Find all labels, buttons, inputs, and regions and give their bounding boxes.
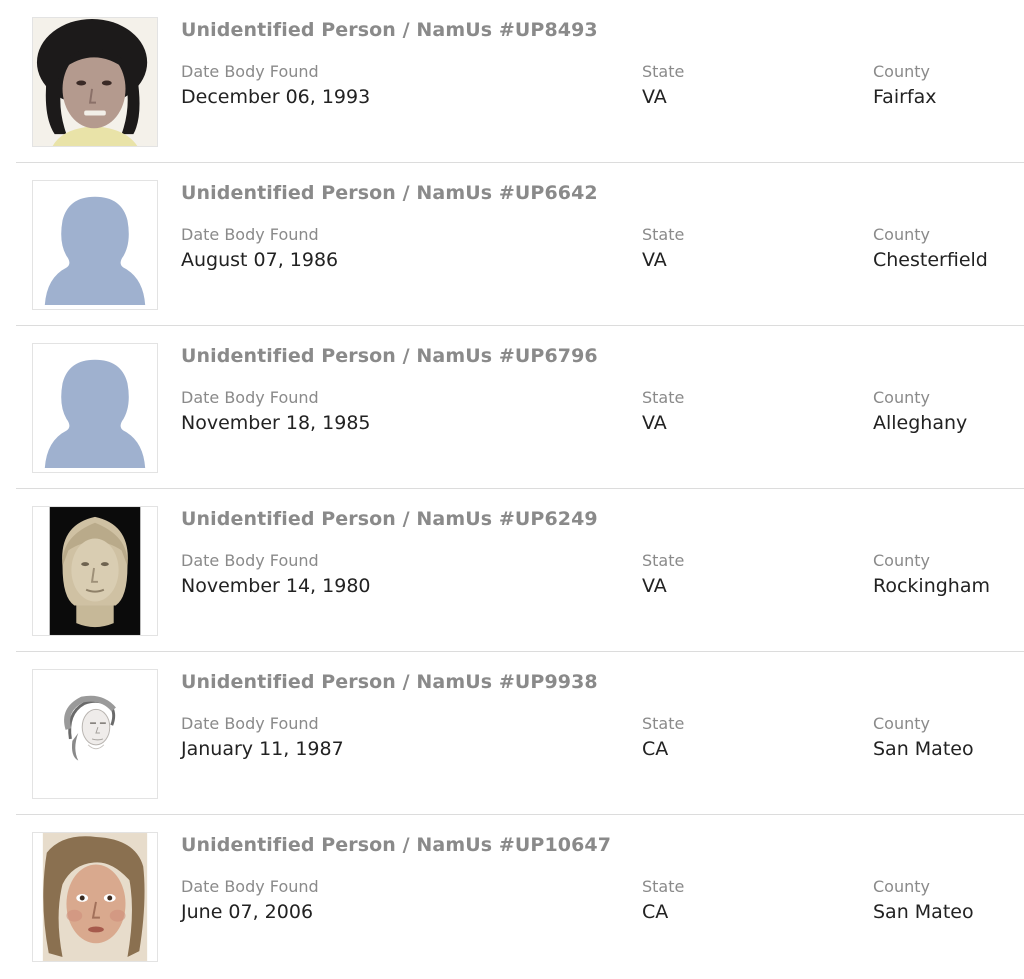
- person-silhouette-icon: [33, 181, 157, 309]
- state-label: State: [642, 877, 685, 896]
- county-label: County: [873, 62, 930, 81]
- case-photo[interactable]: [32, 669, 158, 799]
- case-photo[interactable]: [32, 17, 158, 147]
- county-label: County: [873, 225, 930, 244]
- date-found-value: December 06, 1993: [181, 86, 371, 108]
- case-title[interactable]: Unidentified Person / NamUs #UP6642: [181, 182, 598, 204]
- case-list-item[interactable]: Unidentified Person / NamUs #UP6796 Date…: [16, 326, 1024, 489]
- state-value: CA: [642, 901, 669, 923]
- case-list-item[interactable]: Unidentified Person / NamUs #UP10647 Dat…: [16, 815, 1024, 978]
- case-title[interactable]: Unidentified Person / NamUs #UP9938: [181, 671, 598, 693]
- painted-portrait-icon: [33, 833, 157, 961]
- date-found-value: January 11, 1987: [181, 738, 344, 760]
- case-photo[interactable]: [32, 832, 158, 962]
- county-value: Alleghany: [873, 412, 968, 434]
- pencil-sketch-icon: [33, 670, 157, 798]
- case-title[interactable]: Unidentified Person / NamUs #UP10647: [181, 834, 611, 856]
- county-label: County: [873, 714, 930, 733]
- clay-bust-photo-icon: [33, 507, 157, 635]
- date-found-value: June 07, 2006: [181, 901, 314, 923]
- date-found-value: November 18, 1985: [181, 412, 371, 434]
- case-list-item[interactable]: Unidentified Person / NamUs #UP9938 Date…: [16, 652, 1024, 815]
- county-value: San Mateo: [873, 901, 974, 923]
- state-value: VA: [642, 86, 667, 108]
- county-label: County: [873, 877, 930, 896]
- county-label: County: [873, 551, 930, 570]
- date-found-label: Date Body Found: [181, 225, 319, 244]
- case-title[interactable]: Unidentified Person / NamUs #UP6796: [181, 345, 598, 367]
- case-title[interactable]: Unidentified Person / NamUs #UP6249: [181, 508, 598, 530]
- date-found-label: Date Body Found: [181, 62, 319, 81]
- state-label: State: [642, 714, 685, 733]
- date-found-label: Date Body Found: [181, 551, 319, 570]
- date-found-label: Date Body Found: [181, 388, 319, 407]
- case-results-list: Unidentified Person / NamUs #UP8493 Date…: [0, 0, 1024, 978]
- state-label: State: [642, 62, 685, 81]
- county-value: Fairfax: [873, 86, 937, 108]
- case-list-item[interactable]: Unidentified Person / NamUs #UP8493 Date…: [16, 0, 1024, 163]
- county-label: County: [873, 388, 930, 407]
- county-value: San Mateo: [873, 738, 974, 760]
- case-title[interactable]: Unidentified Person / NamUs #UP8493: [181, 19, 598, 41]
- state-label: State: [642, 225, 685, 244]
- case-photo[interactable]: [32, 506, 158, 636]
- state-label: State: [642, 551, 685, 570]
- state-value: VA: [642, 575, 667, 597]
- date-found-label: Date Body Found: [181, 714, 319, 733]
- county-value: Chesterfield: [873, 249, 988, 271]
- state-value: VA: [642, 412, 667, 434]
- case-photo[interactable]: [32, 180, 158, 310]
- person-silhouette-icon: [33, 344, 157, 472]
- case-photo[interactable]: [32, 343, 158, 473]
- reconstruction-photo-icon: [33, 18, 157, 146]
- date-found-label: Date Body Found: [181, 877, 319, 896]
- date-found-value: November 14, 1980: [181, 575, 371, 597]
- state-label: State: [642, 388, 685, 407]
- date-found-value: August 07, 1986: [181, 249, 339, 271]
- county-value: Rockingham: [873, 575, 990, 597]
- state-value: CA: [642, 738, 669, 760]
- case-list-item[interactable]: Unidentified Person / NamUs #UP6642 Date…: [16, 163, 1024, 326]
- state-value: VA: [642, 249, 667, 271]
- case-list-item[interactable]: Unidentified Person / NamUs #UP6249 Date…: [16, 489, 1024, 652]
